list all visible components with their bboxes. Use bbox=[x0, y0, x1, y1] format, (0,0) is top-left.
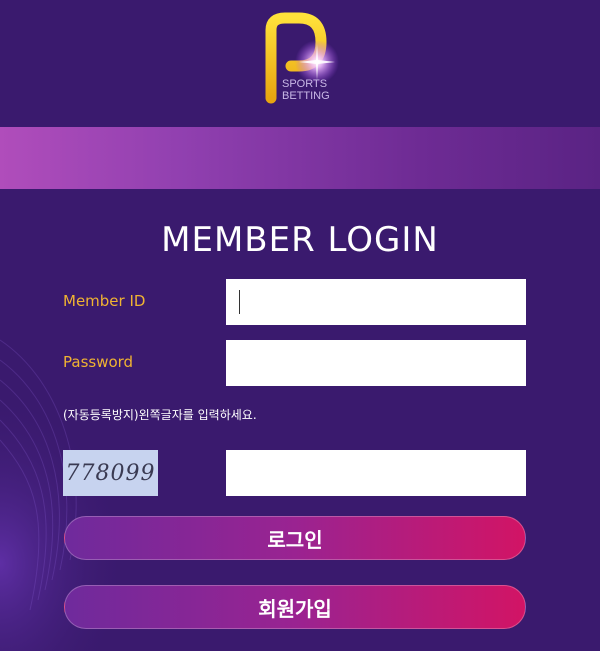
password-label: Password bbox=[63, 353, 134, 371]
logo-text-line2: BETTING bbox=[282, 90, 330, 102]
login-button[interactable]: 로그인 bbox=[64, 516, 526, 560]
text-caret bbox=[239, 290, 240, 314]
captcha-notice: (자동등록방지)왼쪽글자를 입력하세요. bbox=[63, 408, 257, 422]
captcha-image: 778099 bbox=[63, 450, 158, 496]
member-id-label: Member ID bbox=[63, 292, 146, 310]
member-id-input[interactable] bbox=[226, 279, 526, 325]
password-input[interactable] bbox=[226, 340, 526, 386]
logo-text-line1: SPORTS bbox=[282, 78, 328, 90]
signup-button[interactable]: 회원가입 bbox=[64, 585, 526, 629]
captcha-input[interactable] bbox=[226, 450, 526, 496]
header-banner bbox=[0, 127, 600, 189]
logo-text: SPORTS BETTING bbox=[282, 78, 330, 102]
page-title: MEMBER LOGIN bbox=[161, 220, 439, 260]
